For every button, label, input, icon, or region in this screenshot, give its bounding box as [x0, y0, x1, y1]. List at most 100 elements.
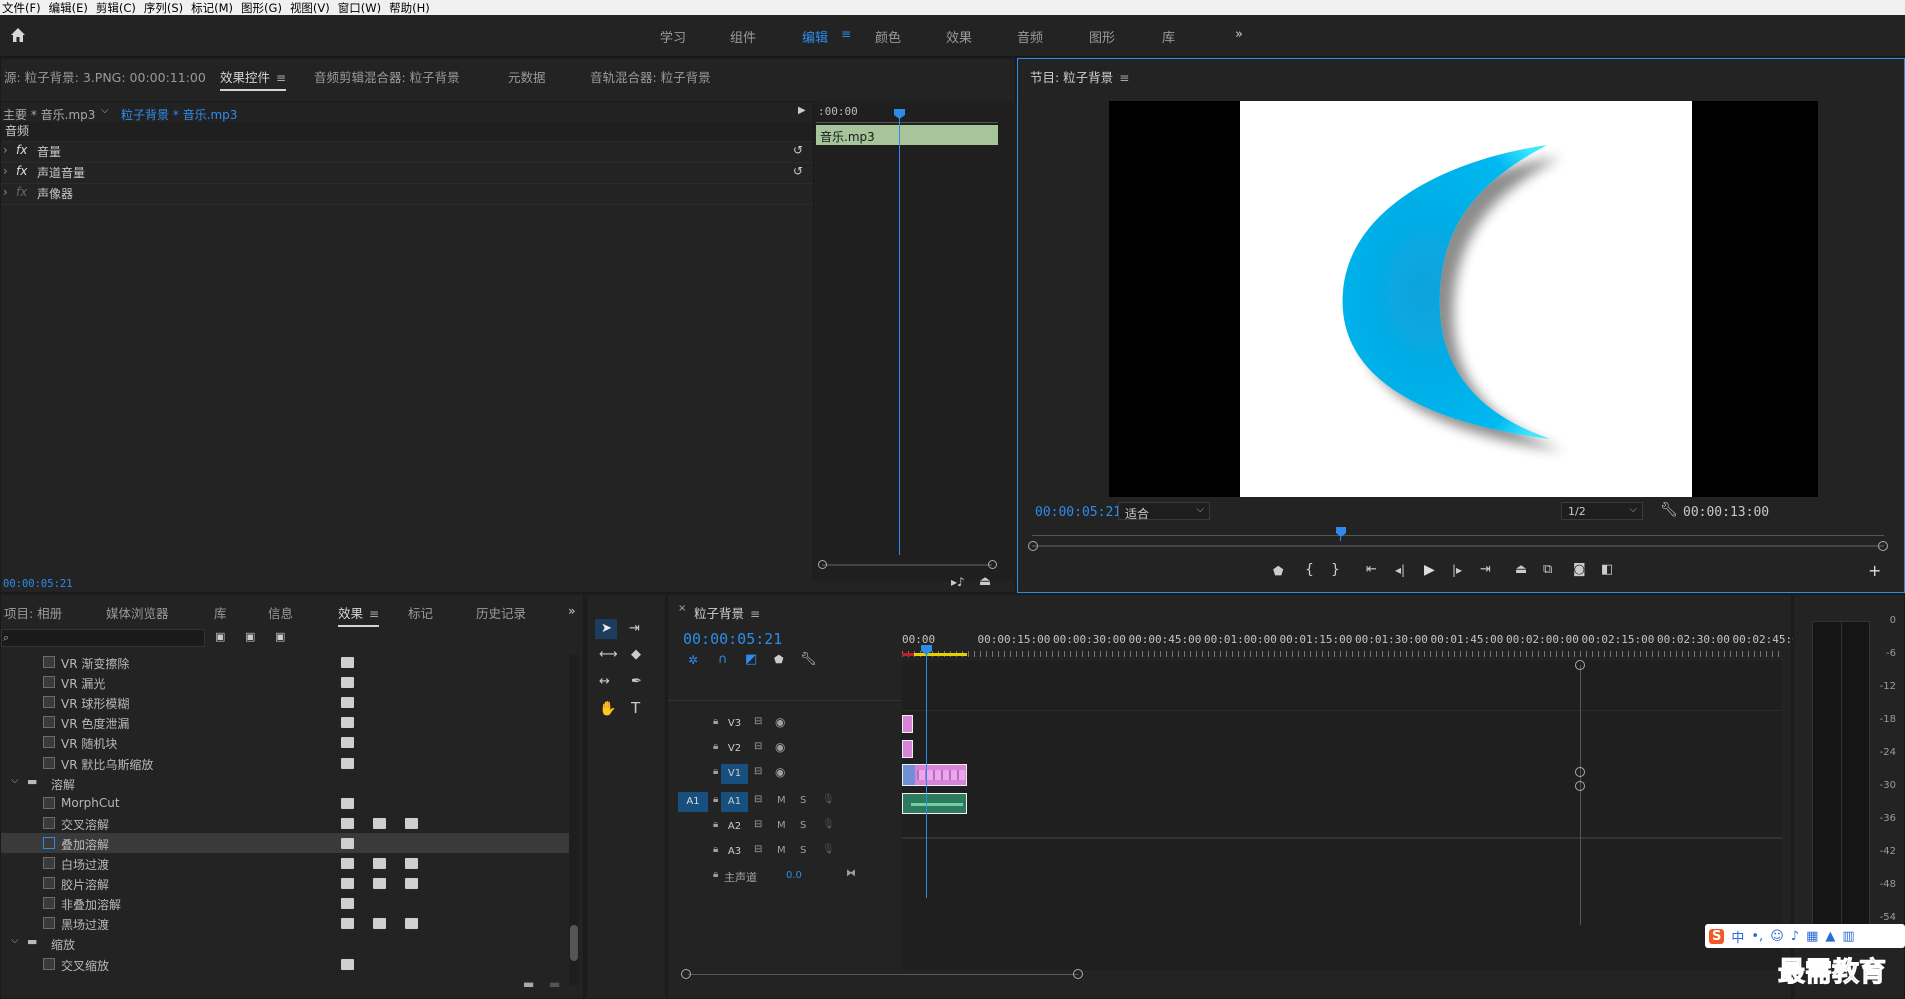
panel-menu-icon[interactable]: ≡ — [750, 607, 760, 621]
effects-list-item[interactable]: VR 球形模糊 — [1, 692, 571, 712]
zoom-scrollbar[interactable] — [1032, 545, 1884, 547]
mark-in-icon[interactable]: { — [1305, 562, 1314, 578]
effects-list-item[interactable]: VR 色度泄漏 — [1, 712, 571, 732]
audio-clip-a1[interactable] — [902, 793, 967, 814]
master-volume-value[interactable]: 0.0 — [786, 870, 802, 881]
solo-button[interactable]: S — [800, 820, 806, 831]
effects-list-item[interactable]: 叠加溶解 — [1, 832, 571, 853]
chevron-down-icon[interactable]: ⌵ — [11, 935, 19, 946]
menu-file[interactable]: 文件(F) — [0, 0, 47, 16]
add-marker-icon[interactable]: ⬟ — [774, 653, 784, 666]
mic-icon[interactable]: 🎙︎ — [822, 844, 835, 855]
effects-list-item[interactable]: 胶片溶解 — [1, 873, 571, 893]
panel-menu-icon[interactable]: ≡ — [369, 607, 379, 621]
mic-icon[interactable]: 🎙︎ — [822, 819, 835, 830]
emoji-icon[interactable]: ☺ — [1770, 929, 1784, 944]
type-tool-icon[interactable]: T — [631, 699, 640, 717]
compare-view-icon[interactable]: ◧ — [1601, 562, 1613, 577]
slip-tool-icon[interactable]: ↔ — [599, 674, 610, 689]
tab-audio-clip-mixer[interactable]: 音频剪辑混合器: 粒子背景 — [314, 67, 460, 86]
export-icon[interactable]: ⏏ — [979, 574, 991, 589]
tab-history[interactable]: 历史记录 — [476, 603, 526, 622]
track-area[interactable] — [902, 648, 1782, 970]
effects-folder[interactable]: ⌵ ▬ 缩放 — [1, 933, 571, 953]
tab-libraries[interactable]: 库 — [214, 603, 227, 622]
video-canvas[interactable] — [1109, 101, 1818, 497]
effect-row-volume[interactable]: › fx 音量 ↺ — [1, 143, 813, 163]
sync-lock-icon[interactable]: ⊟ — [754, 766, 762, 777]
home-icon[interactable] — [9, 26, 27, 44]
lock-icon[interactable]: 🔒︎ — [713, 869, 718, 880]
panel-menu-icon[interactable]: ≡ — [1119, 71, 1129, 85]
tab-source[interactable]: 源: 粒子背景: 3.PNG: 00:00:11:00 — [4, 67, 206, 86]
workspace-audio[interactable]: 音频 — [1017, 27, 1043, 46]
source-patch-button[interactable]: A1 — [678, 792, 708, 812]
tab-markers[interactable]: 标记 — [408, 603, 433, 622]
workspace-learn[interactable]: 学习 — [660, 27, 686, 46]
time-ruler[interactable]: 00:00 00:00:15:00 00:00:30:00 00:00:45:00 00… — [902, 633, 1805, 659]
lock-icon[interactable]: 🔒︎ — [713, 844, 718, 855]
more-tabs-icon[interactable]: » — [568, 603, 576, 618]
track-target-button[interactable]: V2 — [721, 739, 748, 759]
delete-icon[interactable]: ▬ — [549, 977, 560, 991]
transition-marker[interactable] — [903, 765, 915, 785]
menu-sequence[interactable]: 序列(S) — [142, 0, 189, 16]
mute-button[interactable]: M — [777, 820, 786, 831]
active-clip-label[interactable]: 粒子背景 * 音乐.mp3 — [121, 106, 237, 123]
workspace-libraries[interactable]: 库 — [1162, 27, 1175, 46]
pen-tool-icon[interactable]: ✒ — [631, 674, 642, 689]
mute-button[interactable]: M — [777, 845, 786, 856]
master-clip-label[interactable]: 主要 * 音乐.mp3 — [3, 106, 95, 123]
toolbox-icon[interactable]: ▥ — [1842, 929, 1854, 944]
lift-icon[interactable]: ⏏ — [1515, 562, 1527, 577]
master-toggle-icon[interactable]: ⧓ — [846, 868, 856, 879]
accelerated-effects-icon[interactable]: ▣ — [215, 630, 225, 643]
linked-selection-icon[interactable]: ◩ — [745, 652, 757, 667]
eye-icon[interactable]: ◉ — [775, 715, 785, 729]
effect-row-panner[interactable]: › fx 声像器 — [1, 185, 813, 205]
solo-button[interactable]: S — [800, 795, 806, 806]
go-to-in-icon[interactable]: ⇤ — [1366, 562, 1377, 577]
workspace-menu-icon[interactable]: ≡ — [841, 27, 851, 41]
sync-lock-icon[interactable]: ⊟ — [754, 741, 762, 752]
workspace-assembly[interactable]: 组件 — [730, 27, 756, 46]
fx-icon[interactable]: fx — [16, 185, 27, 199]
effects-folder[interactable]: ⌵ ▬ 溶解 — [1, 773, 571, 793]
lock-icon[interactable]: 🔒︎ — [713, 741, 718, 752]
menu-edit[interactable]: 编辑(E) — [47, 0, 94, 16]
32bit-effects-icon[interactable]: ▣ — [245, 630, 255, 643]
more-workspaces-icon[interactable]: » — [1235, 27, 1243, 42]
expand-icon[interactable]: › — [3, 185, 8, 199]
play-triangle-icon[interactable]: ▶ — [798, 105, 806, 116]
video-clip-v2[interactable] — [902, 740, 913, 758]
effects-list-item[interactable]: VR 渐变擦除 — [1, 652, 571, 672]
effects-list-item[interactable]: VR 随机块 — [1, 732, 571, 752]
nest-icon[interactable]: ✲ — [688, 653, 698, 667]
mute-button[interactable]: M — [777, 795, 786, 806]
scroll-thumb[interactable] — [570, 925, 578, 961]
tab-effects[interactable]: 效果 ≡ — [338, 603, 380, 627]
snap-icon[interactable]: ∩ — [718, 652, 728, 667]
sogou-icon[interactable]: S — [1709, 928, 1725, 944]
scroll-handle-left[interactable] — [681, 969, 691, 979]
lock-icon[interactable]: 🔒︎ — [713, 819, 718, 830]
menu-view[interactable]: 视图(V) — [288, 0, 336, 16]
effects-list-item[interactable]: 交叉缩放 — [1, 954, 571, 974]
tab-media-browser[interactable]: 媒体浏览器 — [106, 603, 169, 622]
hand-tool-icon[interactable]: ✋ — [599, 701, 616, 717]
punctuation-icon[interactable]: •, — [1751, 929, 1763, 944]
sync-lock-icon[interactable]: ⊟ — [754, 794, 762, 805]
effects-list-item[interactable]: VR 默比乌斯缩放 — [1, 753, 571, 773]
mic-icon[interactable]: ♪ — [1791, 929, 1799, 944]
scroll-handle-left[interactable] — [818, 560, 827, 569]
chevron-down-icon[interactable]: ⌵ — [101, 105, 109, 116]
reset-icon[interactable]: ↺ — [793, 143, 803, 157]
track-target-button[interactable]: V3 — [721, 714, 748, 734]
video-clip-v3[interactable] — [902, 715, 913, 733]
fx-icon[interactable]: fx — [16, 143, 27, 157]
video-clip-v1[interactable] — [902, 764, 967, 786]
expand-icon[interactable]: › — [3, 143, 8, 157]
program-title[interactable]: 节目: 粒子背景 ≡ — [1030, 67, 1129, 86]
panel-menu-icon[interactable]: ≡ — [276, 71, 286, 85]
workspace-editing[interactable]: 编辑 — [802, 27, 828, 46]
